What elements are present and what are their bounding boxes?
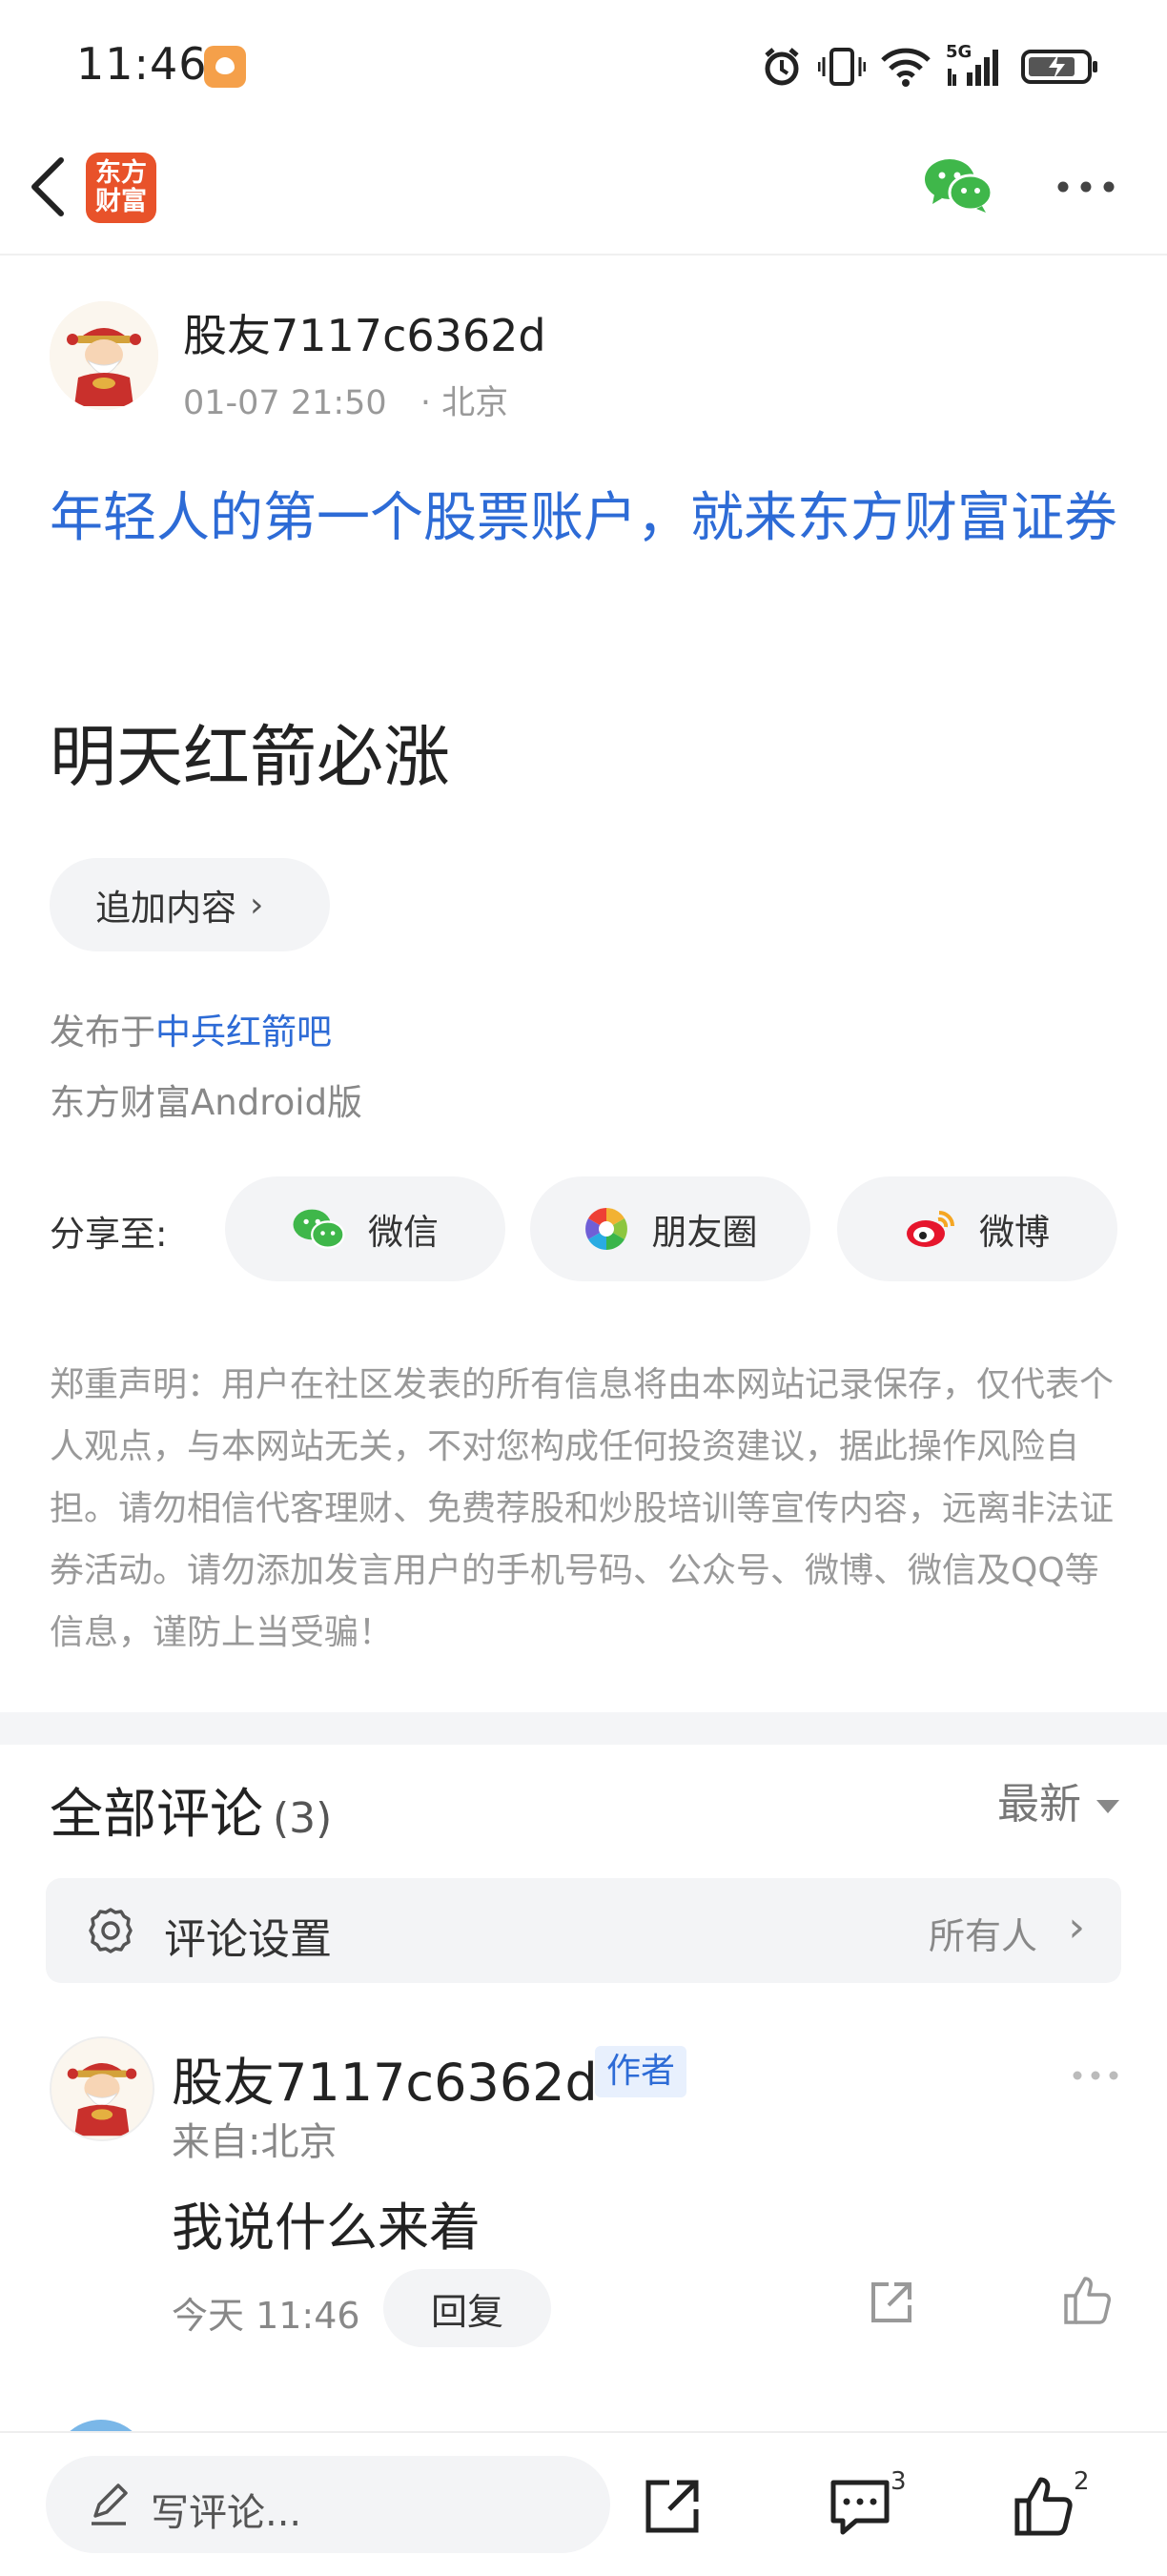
share-moments-label: 朋友圈 xyxy=(651,1212,758,1253)
section-divider xyxy=(0,1712,1167,1745)
published-in: 发布于中兵红箭吧 xyxy=(50,1003,332,1054)
comment-settings-row[interactable]: 评论设置 所有人 › xyxy=(46,1878,1121,1983)
header-divider xyxy=(0,254,1167,256)
comment-settings-value: 所有人 xyxy=(928,1915,1037,1957)
commenter-name[interactable]: 股友7117c6362d xyxy=(172,2040,598,2116)
fortune-god-avatar-icon xyxy=(50,301,158,410)
logo-text-line1: 东方 xyxy=(95,158,147,188)
share-wechat-top-button[interactable] xyxy=(923,156,993,214)
comments-title-label: 全部评论 xyxy=(50,1784,263,1846)
published-prefix: 发布于 xyxy=(50,1012,155,1053)
share-wechat-label: 微信 xyxy=(368,1212,439,1253)
like-button[interactable]: 2 xyxy=(1013,2467,1108,2540)
share-moments-button[interactable]: 朋友圈 xyxy=(530,1176,810,1281)
weibo-icon xyxy=(907,1211,954,1247)
share-label: 分享至: xyxy=(50,1214,168,1255)
write-comment-placeholder: 写评论... xyxy=(151,2491,302,2535)
wifi-icon xyxy=(881,48,931,87)
battery-charging-icon xyxy=(1021,50,1097,84)
comment-like-button[interactable] xyxy=(1062,2275,1114,2326)
system-icons: 5G xyxy=(761,42,1100,92)
comment-count-badge: 3 xyxy=(891,2467,907,2496)
comment-share-button[interactable] xyxy=(868,2279,915,2326)
share-wechat-button[interactable]: 微信 xyxy=(225,1176,505,1281)
comment-settings-label: 评论设置 xyxy=(164,1915,332,1964)
post-source: 东方财富Android版 xyxy=(50,1082,363,1123)
comments-count: (3) xyxy=(273,1794,333,1843)
status-bar: 11:46 5G xyxy=(0,0,1167,133)
cellular-signal-icon: 5G xyxy=(946,42,1005,88)
share-button[interactable] xyxy=(643,2477,702,2536)
ad-headline-link[interactable]: 年轻人的第一个股票账户，就来东方财富证券 xyxy=(50,477,1127,561)
moments-icon xyxy=(584,1208,627,1250)
back-button[interactable] xyxy=(21,153,78,219)
write-comment-input[interactable]: 写评论... xyxy=(46,2456,610,2553)
fortune-god-avatar-icon xyxy=(51,2038,153,2139)
sort-label: 最新 xyxy=(997,1780,1081,1829)
bar-link[interactable]: 中兵红箭吧 xyxy=(155,1012,332,1053)
comment-time: 今天 11:46 xyxy=(172,2295,360,2337)
disclaimer-text: 郑重声明：用户在社区发表的所有信息将由本网站记录保存，仅代表个人观点，与本网站无… xyxy=(50,1365,1115,1652)
append-content-label: 追加内容 xyxy=(95,888,236,929)
pencil-icon xyxy=(92,2484,128,2525)
append-content-button[interactable]: 追加内容 › xyxy=(50,858,330,951)
more-dots-icon xyxy=(1073,2071,1118,2080)
wechat-icon xyxy=(925,159,993,213)
comments-sort-dropdown[interactable]: 最新 xyxy=(997,1769,1119,1830)
comment-location: 来自:北京 xyxy=(172,2120,338,2164)
caret-down-icon xyxy=(1096,1800,1119,1813)
logo-text-line2: 财富 xyxy=(95,187,147,216)
comment-bubble-icon xyxy=(830,2480,890,2535)
more-dots-icon xyxy=(1057,181,1115,193)
share-out-icon xyxy=(645,2480,699,2533)
gear-icon xyxy=(89,1908,133,1953)
chevron-right-icon: › xyxy=(250,885,264,925)
more-options-button[interactable] xyxy=(1056,179,1116,193)
alarm-icon xyxy=(765,48,799,86)
vibrate-icon xyxy=(818,48,866,86)
post-time: 01-07 21:50 xyxy=(183,384,387,422)
app-logo[interactable]: 东方 财富 xyxy=(86,153,156,223)
author-badge: 作者 xyxy=(595,2046,687,2097)
chevron-left-icon xyxy=(31,157,64,216)
share-weibo-label: 微博 xyxy=(979,1212,1050,1253)
status-time: 11:46 xyxy=(76,38,208,90)
author-avatar[interactable] xyxy=(50,301,158,410)
comment-button[interactable]: 3 xyxy=(829,2467,915,2540)
share-out-icon xyxy=(871,2282,911,2322)
author-name[interactable]: 股友7117c6362d xyxy=(183,301,546,364)
share-weibo-button[interactable]: 微博 xyxy=(837,1176,1117,1281)
comment-more-button[interactable] xyxy=(1072,2067,1119,2080)
post-content: 明天红箭必涨 xyxy=(50,718,450,796)
wechat-icon xyxy=(293,1209,345,1249)
chevron-right-icon: › xyxy=(1068,1903,1085,1952)
comment-text: 我说什么来着 xyxy=(172,2198,481,2258)
app-notification-icon xyxy=(204,46,246,88)
comments-title: 全部评论 (3) xyxy=(50,1771,332,1849)
commenter-avatar[interactable] xyxy=(50,2036,154,2141)
thumbs-up-icon xyxy=(1064,2277,1111,2324)
reply-button[interactable]: 回复 xyxy=(383,2269,551,2347)
post-location: · 北京 xyxy=(420,384,509,422)
thumbs-up-icon xyxy=(1014,2477,1073,2536)
post-meta: 01-07 21:50 · 北京 xyxy=(183,376,508,424)
like-count-badge: 2 xyxy=(1074,2467,1090,2496)
